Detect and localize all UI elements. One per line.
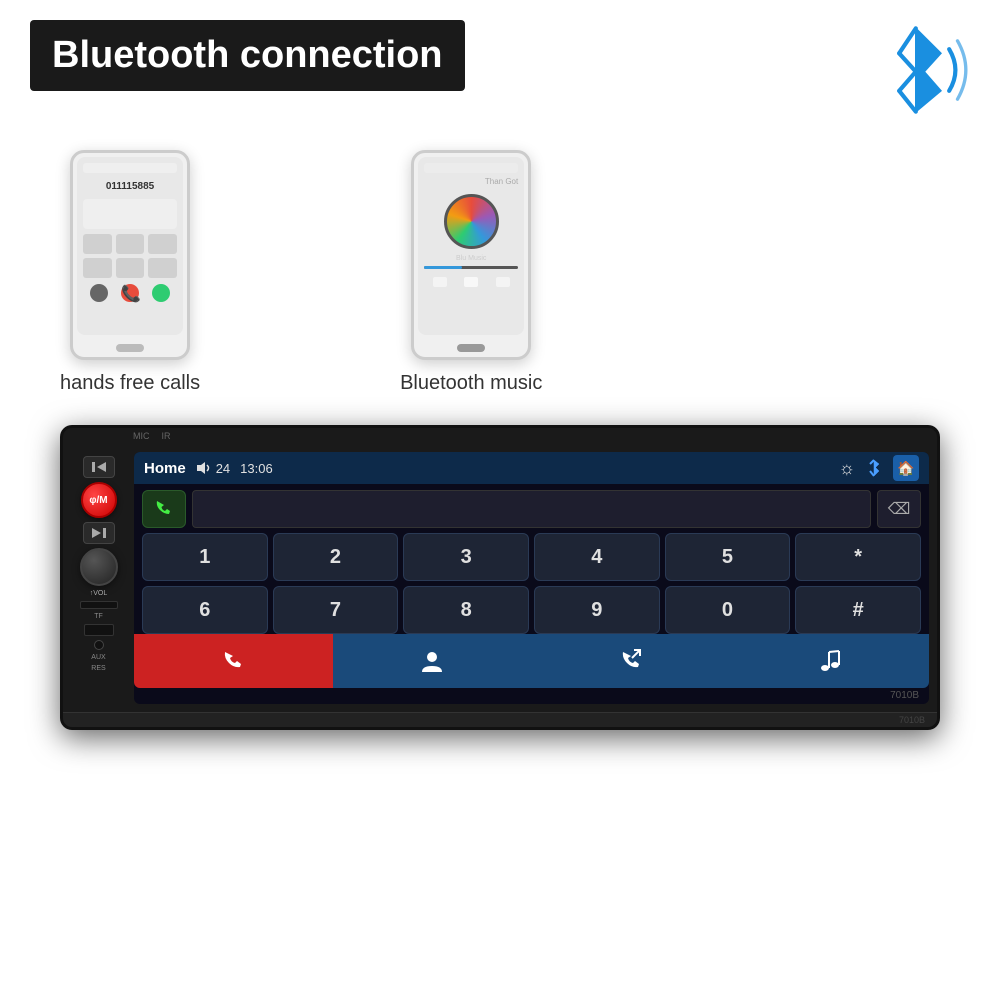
phone-number: 011115885	[83, 181, 177, 192]
model-number: 7010B	[134, 688, 929, 704]
prev-button[interactable]	[83, 456, 115, 478]
phone-right-label: Bluetooth music	[400, 372, 542, 395]
home-label: Home	[144, 460, 186, 477]
aux-label: AUX	[91, 654, 105, 661]
page-title: Bluetooth connection	[30, 20, 465, 91]
mic-label: MIC	[133, 431, 150, 441]
res-label: RES	[91, 665, 105, 672]
key-4-button[interactable]: 4	[534, 533, 660, 581]
left-controls-panel: φ/M ↑VOL TF AUX RES	[71, 452, 126, 704]
number-input-field[interactable]	[192, 490, 871, 528]
key-5-button[interactable]: 5	[665, 533, 791, 581]
clock: 13:06	[240, 461, 273, 476]
key-2-button[interactable]: 2	[273, 533, 399, 581]
key-0-button[interactable]: 0	[665, 586, 791, 634]
usb-slot	[84, 624, 114, 636]
home-icon-button[interactable]: 🏠	[893, 455, 919, 481]
call-icon-button[interactable]	[142, 490, 186, 528]
contacts-button[interactable]	[333, 634, 532, 688]
statusbar-bluetooth-icon	[865, 458, 883, 478]
call-button[interactable]	[134, 634, 333, 688]
screen-body: ⌫ 12345* 67890#	[134, 484, 929, 634]
key-*-button[interactable]: *	[795, 533, 921, 581]
brightness-icon: ☼	[839, 458, 856, 479]
car-screen: Home 24 13:06 ☼	[134, 452, 929, 704]
screen-bottom-bar	[134, 634, 929, 688]
bluetooth-icon	[870, 10, 970, 130]
tf-label: TF	[94, 613, 103, 620]
phone-left: 011115885 📞 han	[60, 150, 200, 395]
radio-bottom: 7010B	[63, 712, 937, 727]
volume-indicator: 24	[196, 461, 230, 476]
aux-port	[94, 640, 104, 650]
screen-statusbar: Home 24 13:06 ☼	[134, 452, 929, 484]
car-radio: MIC IR φ/M ↑VOL TF AUX RES	[60, 425, 940, 730]
key-8-button[interactable]: 8	[403, 586, 529, 634]
volume-value: 24	[216, 461, 230, 476]
keypad-grid: 12345* 67890#	[142, 533, 921, 634]
phone-left-label: hands free calls	[60, 372, 200, 395]
incoming-call-button[interactable]	[532, 634, 731, 688]
ir-label: IR	[162, 431, 171, 441]
key-7-button[interactable]: 7	[273, 586, 399, 634]
music-button[interactable]	[730, 634, 929, 688]
key-1-button[interactable]: 1	[142, 533, 268, 581]
key-3-button[interactable]: 3	[403, 533, 529, 581]
next-button[interactable]	[83, 522, 115, 544]
key-6-button[interactable]: 6	[142, 586, 268, 634]
phone-right: Than Got Blu Music Bluetooth music	[400, 150, 542, 395]
tf-slot	[80, 601, 118, 609]
volume-knob[interactable]	[80, 548, 118, 586]
mode-button[interactable]: φ/M	[81, 482, 117, 518]
vol-label: ↑VOL	[90, 590, 108, 597]
key-#-button[interactable]: #	[795, 586, 921, 634]
backspace-button[interactable]: ⌫	[877, 490, 921, 528]
key-9-button[interactable]: 9	[534, 586, 660, 634]
